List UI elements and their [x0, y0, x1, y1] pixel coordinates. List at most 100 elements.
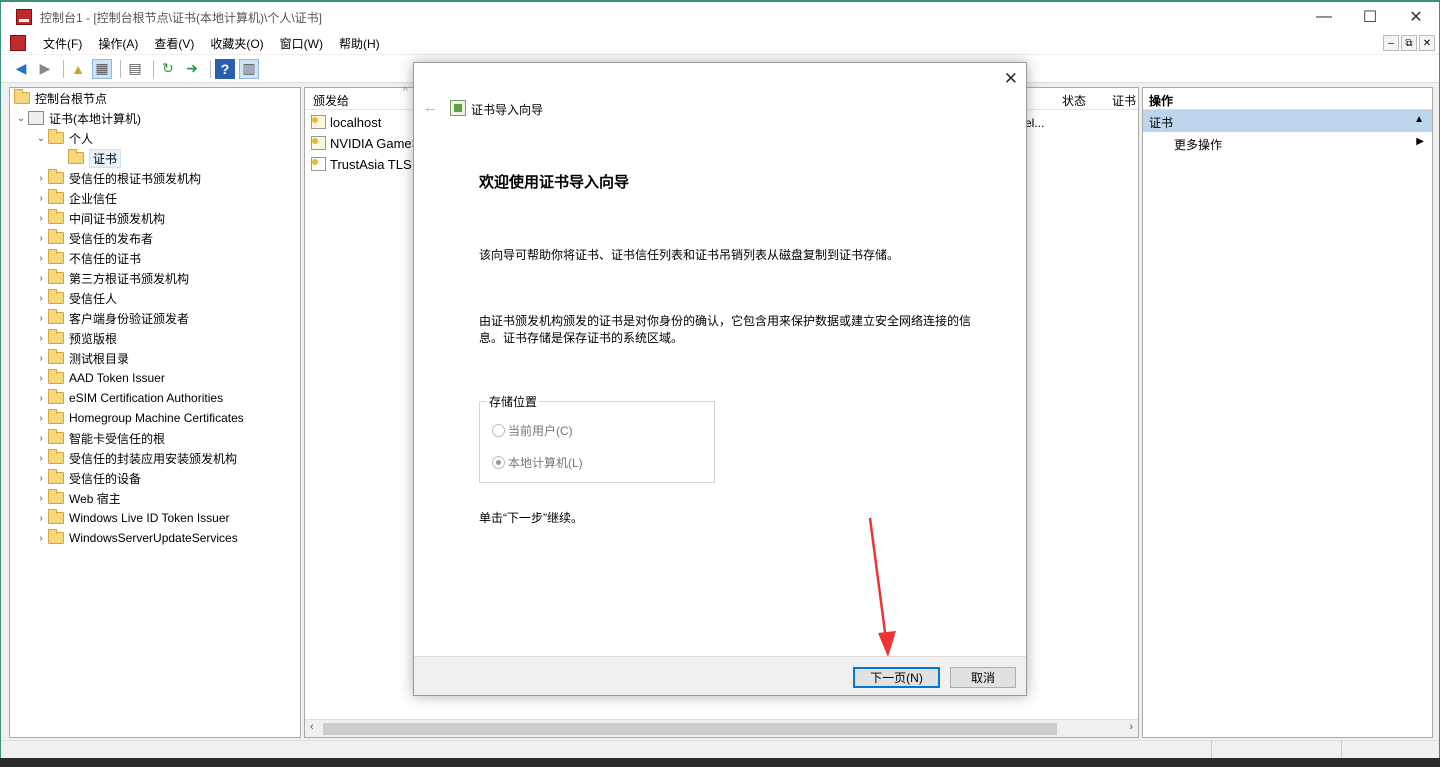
wizard-description-1: 该向导可帮助你将证书、证书信任列表和证书吊销列表从磁盘复制到证书存储。: [479, 248, 900, 262]
mdi-minimize-button[interactable]: ‒: [1383, 35, 1399, 51]
dialog-title: 证书导入向导: [471, 103, 544, 117]
chevron-right-icon[interactable]: ›: [34, 433, 48, 444]
folder-icon: [14, 89, 30, 104]
folder-icon: [48, 229, 64, 244]
close-window-button[interactable]: ✕: [1393, 2, 1439, 32]
tree-personal[interactable]: ⌄ 个人: [34, 128, 93, 148]
chevron-right-icon[interactable]: ›: [34, 253, 48, 264]
folder-icon: [48, 429, 64, 444]
back-arrow-icon[interactable]: ◀: [11, 59, 31, 79]
mdi-restore-button[interactable]: ⧉: [1401, 35, 1417, 51]
chevron-right-icon[interactable]: ›: [34, 513, 48, 524]
tree-store-item[interactable]: › 受信任的发布者: [34, 228, 153, 248]
radio-current-user[interactable]: 当前用户(C): [492, 422, 573, 439]
wizard-description-2: 由证书颁发机构颁发的证书是对你身份的确认，它包含用来保护数据或建立安全网络连接的…: [479, 314, 972, 345]
column-status[interactable]: 状态: [1062, 92, 1086, 109]
collapse-triangle-icon[interactable]: ▲: [1414, 114, 1424, 125]
export-list-icon[interactable]: ➜: [182, 59, 202, 79]
tree-store-item[interactable]: › 受信任的根证书颁发机构: [34, 168, 201, 188]
tree-store-item[interactable]: › 第三方根证书颁发机构: [34, 268, 189, 288]
help-icon[interactable]: ?: [215, 58, 235, 79]
show-action-pane-icon[interactable]: ▥: [239, 58, 259, 79]
actions-section-certificates[interactable]: 证书 ▲: [1143, 110, 1432, 132]
status-bar: [1, 740, 1439, 760]
menu-help[interactable]: 帮助(H): [331, 35, 388, 52]
maximize-button[interactable]: ☐: [1347, 2, 1393, 32]
tree-store-item[interactable]: › 客户端身份验证颁发者: [34, 308, 189, 328]
window-controls: — ☐ ✕: [1301, 2, 1439, 32]
tree-store-item[interactable]: › 受信任人: [34, 288, 117, 308]
list-item[interactable]: TrustAsia TLS R: [311, 154, 425, 174]
tree-root[interactable]: 控制台根节点: [14, 88, 107, 108]
cancel-button[interactable]: 取消: [950, 667, 1016, 688]
tree-store-item[interactable]: › Web 宿主: [34, 488, 121, 508]
more-actions-item[interactable]: 更多操作 ▶: [1143, 132, 1432, 154]
tree-store-item[interactable]: › Homegroup Machine Certificates: [34, 408, 244, 428]
properties-icon[interactable]: ▤: [125, 59, 145, 79]
scrollbar-thumb[interactable]: [323, 723, 1057, 735]
tree-certificates[interactable]: 证书: [68, 148, 122, 168]
tree-store-item[interactable]: › 中间证书颁发机构: [34, 208, 165, 228]
desktop-bottom-strip: [0, 758, 1440, 767]
radio-button[interactable]: [492, 456, 505, 469]
radio-local-machine[interactable]: 本地计算机(L): [492, 454, 583, 471]
tree-store-item[interactable]: › 受信任的封装应用安装颁发机构: [34, 448, 237, 468]
refresh-icon[interactable]: ↻: [158, 59, 178, 79]
chevron-right-icon[interactable]: ›: [34, 173, 48, 184]
dialog-close-button[interactable]: ✕: [1004, 69, 1018, 89]
chevron-right-icon[interactable]: ›: [34, 313, 48, 324]
horizontal-scrollbar[interactable]: ‹ ›: [305, 719, 1138, 737]
tree-store-item[interactable]: › 测试根目录: [34, 348, 129, 368]
folder-icon: [48, 249, 64, 264]
chevron-right-icon[interactable]: ›: [34, 273, 48, 284]
chevron-right-icon[interactable]: ›: [34, 193, 48, 204]
mdi-close-button[interactable]: ✕: [1419, 35, 1435, 51]
toolbar-separator: [120, 59, 121, 78]
tree-store-item[interactable]: › WindowsServerUpdateServices: [34, 528, 238, 548]
tree-computer[interactable]: ⌄ 证书(本地计算机): [14, 108, 141, 128]
minimize-button[interactable]: —: [1301, 2, 1347, 32]
tree-store-item[interactable]: › eSIM Certification Authorities: [34, 388, 223, 408]
column-issued-to[interactable]: 颁发给: [313, 92, 349, 109]
chevron-right-icon[interactable]: ›: [34, 333, 48, 344]
chevron-right-icon[interactable]: ›: [34, 413, 48, 424]
console-tree[interactable]: 控制台根节点 ⌄ 证书(本地计算机) ⌄ 个人 证书 › 受信任的根证书颁发机构 ›…: [9, 87, 301, 738]
scroll-right-icon[interactable]: ›: [1129, 721, 1133, 733]
column-cert-template[interactable]: 证书: [1112, 92, 1136, 109]
chevron-right-icon[interactable]: ›: [34, 473, 48, 484]
console-menu-icon[interactable]: [10, 35, 26, 51]
chevron-down-icon[interactable]: ⌄: [14, 113, 28, 124]
tree-store-item[interactable]: › 不信任的证书: [34, 248, 141, 268]
menu-file[interactable]: 文件(F): [35, 35, 90, 52]
chevron-down-icon[interactable]: ⌄: [34, 133, 48, 144]
chevron-right-icon[interactable]: ›: [34, 213, 48, 224]
chevron-right-icon[interactable]: ›: [34, 533, 48, 544]
menu-favorites[interactable]: 收藏夹(O): [202, 35, 271, 52]
next-button[interactable]: 下一页(N): [853, 667, 940, 688]
chevron-right-icon[interactable]: ›: [34, 453, 48, 464]
tree-store-item[interactable]: › AAD Token Issuer: [34, 368, 165, 388]
chevron-right-icon[interactable]: ›: [34, 353, 48, 364]
menu-action[interactable]: 操作(A): [90, 35, 146, 52]
chevron-right-icon[interactable]: ›: [34, 233, 48, 244]
chevron-right-icon[interactable]: ›: [34, 393, 48, 404]
menu-window[interactable]: 窗口(W): [272, 35, 331, 52]
tree-store-item[interactable]: › 企业信任: [34, 188, 117, 208]
scroll-left-icon[interactable]: ‹: [310, 721, 314, 733]
tree-store-item[interactable]: › 受信任的设备: [34, 468, 141, 488]
list-item[interactable]: localhost: [311, 112, 381, 132]
chevron-right-icon[interactable]: ›: [34, 373, 48, 384]
chevron-right-icon[interactable]: ›: [34, 493, 48, 504]
folder-icon: [48, 369, 64, 384]
show-hide-tree-icon[interactable]: ▦: [92, 58, 112, 79]
tree-store-item[interactable]: › 预览版根: [34, 328, 117, 348]
chevron-right-icon[interactable]: ›: [34, 293, 48, 304]
tree-store-item[interactable]: › Windows Live ID Token Issuer: [34, 508, 230, 528]
menu-view[interactable]: 查看(V): [146, 35, 202, 52]
tree-store-item[interactable]: › 智能卡受信任的根: [34, 428, 165, 448]
up-folder-icon[interactable]: ▲: [68, 59, 88, 79]
forward-arrow-icon[interactable]: ▶: [35, 59, 55, 79]
back-arrow-button[interactable]: ←: [423, 99, 438, 116]
radio-button[interactable]: [492, 424, 505, 437]
list-item[interactable]: NVIDIA GameS: [311, 133, 420, 153]
